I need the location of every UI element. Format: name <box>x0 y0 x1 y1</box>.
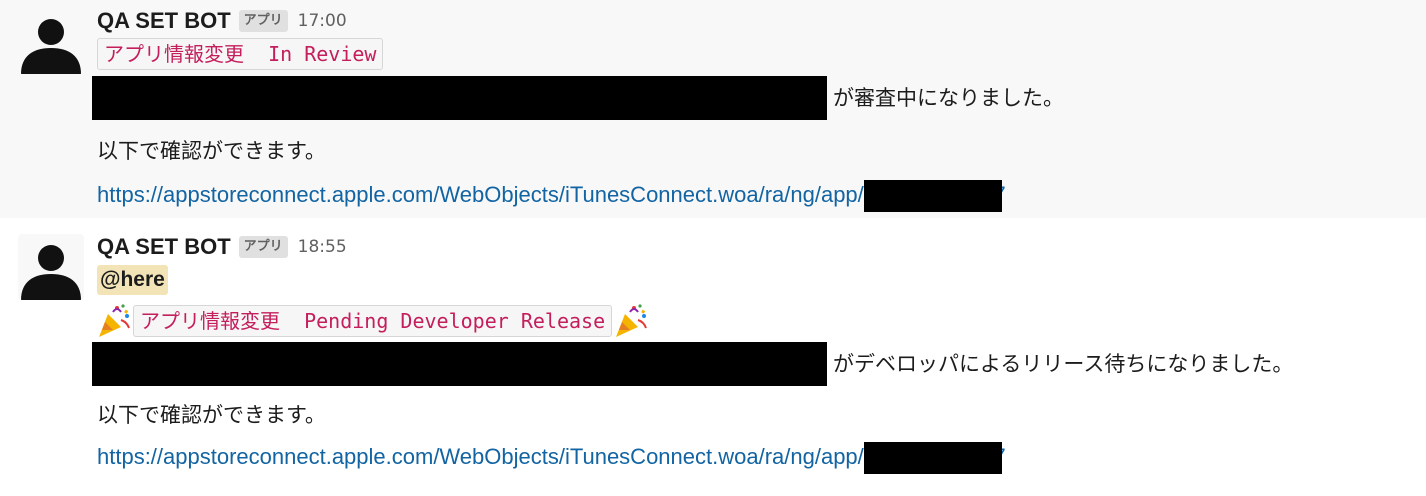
app-badge: アプリ <box>238 236 288 258</box>
inline-code: アプリ情報変更 In Review <box>97 38 384 70</box>
status-line: がデベロッパによるリリース待ちになりました。 <box>92 342 1406 388</box>
message-content: QA SET BOT アプリ 17:00 アプリ情報変更 In Review が… <box>92 4 1406 212</box>
app-store-connect-link[interactable]: https://appstoreconnect.apple.com/WebObj… <box>97 182 864 207</box>
user-silhouette-icon <box>21 19 81 74</box>
confirm-line: 以下で確認ができます。 <box>97 122 1406 180</box>
link-line: https://appstoreconnect.apple.com/WebObj… <box>97 442 1406 474</box>
confirm-text: 以下で確認ができます。 <box>97 403 326 427</box>
link-line: https://appstoreconnect.apple.com/WebObj… <box>97 180 1406 212</box>
redacted-app-id <box>863 180 1002 212</box>
here-mention[interactable]: @here <box>97 265 168 295</box>
message-content: QA SET BOT アプリ 18:55 @here アプリ情報変更 Pendi… <box>92 230 1406 474</box>
party-popper-icon <box>616 304 648 337</box>
code-line: アプリ情報変更 Pending Developer Release <box>95 302 1406 342</box>
app-store-connect-link[interactable]: https://appstoreconnect.apple.com/WebObj… <box>97 444 864 469</box>
mention-line: @here <box>97 264 1406 302</box>
avatar[interactable] <box>18 8 84 74</box>
inline-code: アプリ情報変更 Pending Developer Release <box>133 305 613 337</box>
sender-name[interactable]: QA SET BOT <box>97 234 231 260</box>
party-popper-icon <box>99 304 130 337</box>
code-line: アプリ情報変更 In Review <box>97 38 1406 76</box>
status-text: がデベロッパによるリリース待ちになりました。 <box>833 352 1294 376</box>
confirm-text: 以下で確認ができます。 <box>97 139 326 163</box>
redacted-app-name <box>92 342 827 386</box>
timestamp[interactable]: 17:00 <box>298 11 347 31</box>
status-line: が審査中になりました。 <box>92 76 1406 122</box>
confirm-line: 以下で確認ができます。 <box>97 388 1406 442</box>
timestamp[interactable]: 18:55 <box>298 237 347 257</box>
message-2[interactable]: QA SET BOT アプリ 18:55 @here アプリ情報変更 Pendi… <box>0 218 1426 496</box>
redacted-app-id <box>863 442 1002 474</box>
app-badge: アプリ <box>238 10 288 32</box>
user-silhouette-icon <box>21 245 81 300</box>
message-header: QA SET BOT アプリ 17:00 <box>97 4 1406 38</box>
sender-name[interactable]: QA SET BOT <box>97 8 231 34</box>
message-1[interactable]: QA SET BOT アプリ 17:00 アプリ情報変更 In Review が… <box>0 0 1426 218</box>
message-header: QA SET BOT アプリ 18:55 <box>97 230 1406 264</box>
avatar[interactable] <box>18 234 84 300</box>
status-text: が審査中になりました。 <box>833 86 1064 110</box>
redacted-app-name <box>92 76 827 120</box>
